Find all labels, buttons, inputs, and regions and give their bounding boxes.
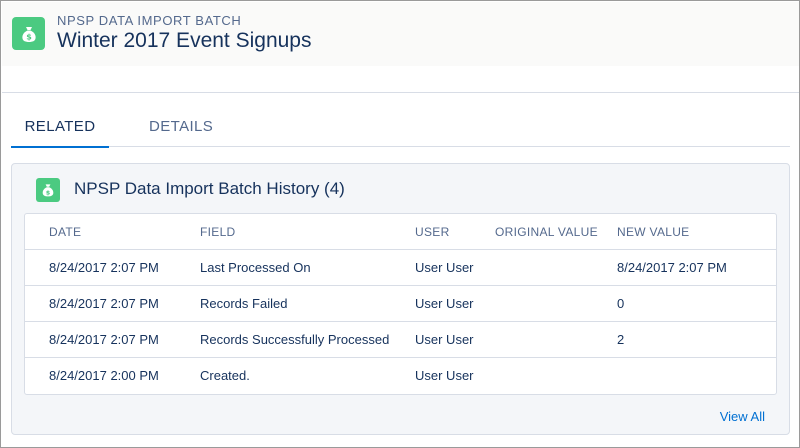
related-list-title[interactable]: NPSP Data Import Batch History (4) — [74, 179, 345, 199]
header-divider — [2, 92, 799, 93]
cell-user[interactable]: User User — [415, 358, 474, 394]
cell-user[interactable]: User User — [415, 322, 474, 358]
cell-date: 8/24/2017 2:07 PM — [49, 332, 159, 347]
history-table: DATE FIELD USER ORIGINAL VALUE NEW VALUE… — [24, 213, 777, 395]
cell-field: Created. — [200, 368, 250, 383]
cell-date: 8/24/2017 2:07 PM — [49, 260, 159, 275]
tab-related[interactable]: RELATED — [11, 109, 109, 148]
record-page: $ NPSP DATA IMPORT BATCH Winter 2017 Eve… — [0, 0, 800, 448]
cell-user[interactable]: User User — [415, 286, 474, 322]
cell-user[interactable]: User User — [415, 250, 474, 286]
object-type-label: NPSP DATA IMPORT BATCH — [57, 13, 242, 28]
svg-text:$: $ — [26, 32, 32, 41]
cell-new-value: 2 — [617, 332, 625, 347]
cell-field: Records Successfully Processed — [200, 332, 390, 347]
cell-date: 8/24/2017 2:00 PM — [49, 368, 159, 383]
view-all-link[interactable]: View All — [720, 409, 765, 424]
table-row: 8/24/2017 2:07 PM Records Successfully P… — [25, 322, 776, 358]
money-bag-icon: $ — [36, 178, 60, 202]
column-header-user[interactable]: USER — [415, 214, 450, 250]
table-row: 8/24/2017 2:07 PM Records Failed User Us… — [25, 286, 776, 322]
column-header-original-value[interactable]: ORIGINAL VALUE — [495, 214, 598, 250]
cell-field: Last Processed On — [200, 260, 311, 275]
record-header: $ NPSP DATA IMPORT BATCH Winter 2017 Eve… — [2, 2, 799, 66]
cell-date: 8/24/2017 2:07 PM — [49, 296, 159, 311]
table-row: 8/24/2017 2:00 PM Created. User User — [25, 358, 776, 394]
column-header-field[interactable]: FIELD — [200, 214, 236, 250]
column-header-date[interactable]: DATE — [49, 214, 81, 250]
related-list-card: $ NPSP Data Import Batch History (4) DAT… — [11, 163, 790, 435]
cell-new-value: 8/24/2017 2:07 PM — [617, 260, 727, 275]
tab-bar: RELATED DETAILS — [11, 109, 790, 148]
page-title: Winter 2017 Event Signups — [57, 29, 312, 52]
money-bag-icon: $ — [12, 17, 45, 50]
table-header-row: DATE FIELD USER ORIGINAL VALUE NEW VALUE — [25, 214, 776, 250]
cell-field: Records Failed — [200, 296, 288, 311]
table-row: 8/24/2017 2:07 PM Last Processed On User… — [25, 250, 776, 286]
tab-details[interactable]: DETAILS — [149, 109, 213, 147]
cell-new-value: 0 — [617, 296, 625, 311]
column-header-new-value[interactable]: NEW VALUE — [617, 214, 690, 250]
svg-text:$: $ — [46, 188, 51, 196]
